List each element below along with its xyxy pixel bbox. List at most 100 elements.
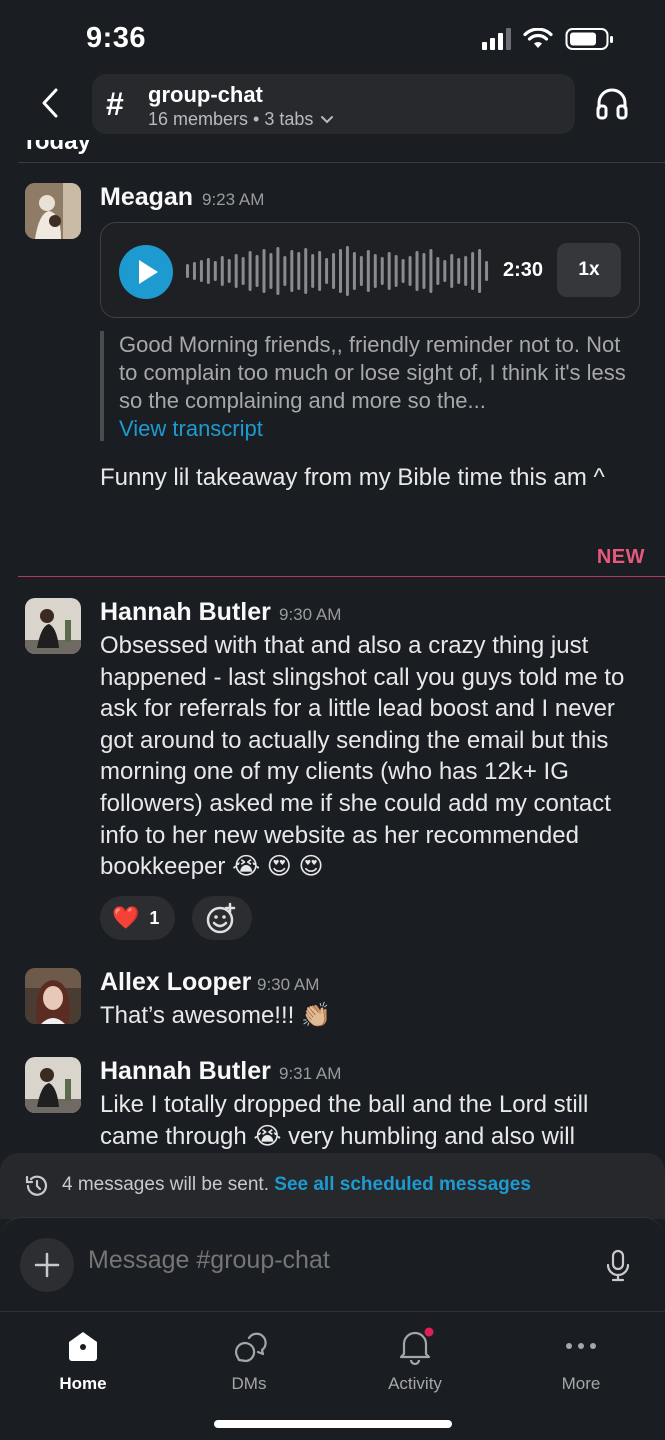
tab-more[interactable]: More — [521, 1326, 641, 1406]
waveform-bar — [401, 259, 405, 283]
author-name[interactable]: Hannah Butler — [100, 598, 271, 627]
tab-label: More — [561, 1374, 601, 1393]
waveform-bar — [457, 258, 461, 284]
microphone-icon[interactable] — [604, 1249, 632, 1283]
huddle-headphones-icon[interactable] — [594, 86, 630, 122]
waveform-bar — [283, 256, 287, 286]
avatar-photo — [25, 598, 81, 654]
home-icon — [69, 1332, 97, 1361]
tab-dms[interactable]: DMs — [189, 1326, 309, 1406]
play-button[interactable] — [119, 245, 173, 299]
add-attachment-button[interactable] — [20, 1238, 74, 1292]
channel-header: # group-chat 16 members • 3 tabs — [0, 72, 665, 140]
waveform-bar — [241, 257, 245, 285]
view-transcript-link[interactable]: View transcript — [119, 415, 640, 443]
waveform-bar — [213, 261, 217, 281]
waveform-bar — [255, 255, 259, 287]
author-name[interactable]: Hannah Butler — [100, 1057, 271, 1086]
add-reaction-button[interactable] — [192, 896, 252, 940]
play-icon — [139, 260, 158, 284]
back-icon[interactable] — [34, 86, 68, 120]
waveform-bar — [485, 261, 489, 281]
waveform-bar — [186, 264, 189, 278]
tab-home[interactable]: Home — [23, 1326, 143, 1406]
dms-icon — [235, 1332, 267, 1363]
waveform-bar — [429, 249, 433, 293]
battery-icon — [565, 28, 613, 50]
avatar[interactable] — [25, 183, 81, 239]
message-time: 9:30 AM — [279, 605, 342, 624]
waveform-bar — [304, 248, 308, 294]
message-hannah-1[interactable]: Hannah Butler 9:30 AM Obsessed with that… — [0, 577, 665, 957]
avatar[interactable] — [25, 1057, 81, 1113]
channel-title-button[interactable]: # group-chat 16 members • 3 tabs — [92, 74, 575, 134]
heart-emoji-icon: ❤️ — [112, 905, 140, 930]
home-indicator — [214, 1420, 452, 1428]
avatar-photo — [25, 968, 81, 1024]
author-name[interactable]: Allex Looper — [100, 968, 251, 997]
message-allex[interactable]: Allex Looper 9:30 AM That’s awesome!!! 👏… — [0, 957, 665, 1047]
tab-label: Activity — [388, 1374, 442, 1393]
message-text: Obsessed with that and also a crazy thin… — [100, 632, 625, 881]
waveform-bar — [234, 254, 238, 288]
scheduled-text: 4 messages will be sent. See all schedul… — [62, 1174, 531, 1195]
message-text: That’s awesome!!! 👏🏼 — [100, 1002, 331, 1029]
reaction-heart[interactable]: ❤️ 1 — [100, 896, 176, 940]
waveform-bar — [373, 254, 377, 288]
status-icons — [482, 27, 615, 51]
message-hannah-2[interactable]: Hannah Butler 9:31 AM Like I totally dro… — [0, 1047, 665, 1163]
waveform-bar — [436, 257, 440, 285]
waveform-bar — [227, 259, 231, 283]
playback-speed-button[interactable]: 1x — [557, 243, 621, 297]
waveform-bar — [408, 256, 412, 286]
waveform-bar — [325, 258, 329, 284]
waveform-bar — [359, 256, 363, 286]
waveform-bar — [415, 251, 419, 291]
message-time: 9:23 AM — [202, 190, 265, 209]
more-icon — [566, 1343, 596, 1349]
avatar-photo — [25, 1057, 81, 1113]
author-name[interactable]: Meagan — [100, 183, 193, 212]
waveform-bar — [471, 252, 475, 290]
message-time: 9:30 AM — [257, 975, 320, 994]
avatar[interactable] — [25, 598, 81, 654]
waveform-bar — [290, 250, 294, 292]
bell-icon — [399, 1327, 434, 1366]
chevron-down-icon — [321, 116, 334, 124]
message-meagan[interactable]: Meagan 9:23 AM 2:30 1x Good Morning frie… — [0, 163, 665, 533]
signal-icon — [482, 28, 511, 50]
audio-duration: 2:30 — [503, 259, 544, 281]
tab-label: DMs — [231, 1374, 267, 1393]
waveform-bar — [276, 247, 280, 295]
message-feed[interactable]: Meagan 9:23 AM 2:30 1x Good Morning frie… — [0, 163, 665, 1163]
avatar-photo — [25, 183, 81, 239]
see-scheduled-link[interactable]: See all scheduled messages — [274, 1174, 531, 1195]
message-input[interactable] — [88, 1246, 568, 1275]
scheduled-messages-banner: 4 messages will be sent. See all schedul… — [0, 1153, 665, 1219]
transcript-preview: Good Morning friends,, friendly reminder… — [100, 331, 640, 441]
clock-schedule-icon — [25, 1175, 48, 1196]
waveform-bar — [339, 249, 342, 293]
audio-clip[interactable]: 2:30 1x — [100, 222, 640, 318]
avatar[interactable] — [25, 968, 81, 1024]
new-messages-label: NEW — [596, 546, 645, 568]
message-text: Like I totally dropped the ball and the … — [100, 1091, 589, 1150]
waveform[interactable] — [185, 245, 491, 297]
channel-meta: 16 members • 3 tabs — [148, 109, 334, 130]
reaction-count: 1 — [149, 907, 160, 928]
waveform-bar — [450, 254, 454, 288]
waveform-bar — [220, 256, 224, 286]
status-bar: 9:36 — [0, 0, 665, 76]
wifi-icon — [523, 28, 553, 48]
channel-name: group-chat — [148, 82, 263, 107]
waveform-bar — [192, 262, 196, 280]
waveform-bar — [297, 252, 301, 290]
day-label: Today — [22, 140, 91, 154]
waveform-bar — [199, 260, 203, 282]
status-time: 9:36 — [86, 22, 147, 54]
waveform-bar — [352, 252, 356, 290]
message-time: 9:31 AM — [279, 1064, 342, 1083]
tab-activity[interactable]: Activity — [355, 1326, 475, 1406]
waveform-bar — [248, 251, 252, 291]
waveform-bar — [206, 258, 210, 284]
